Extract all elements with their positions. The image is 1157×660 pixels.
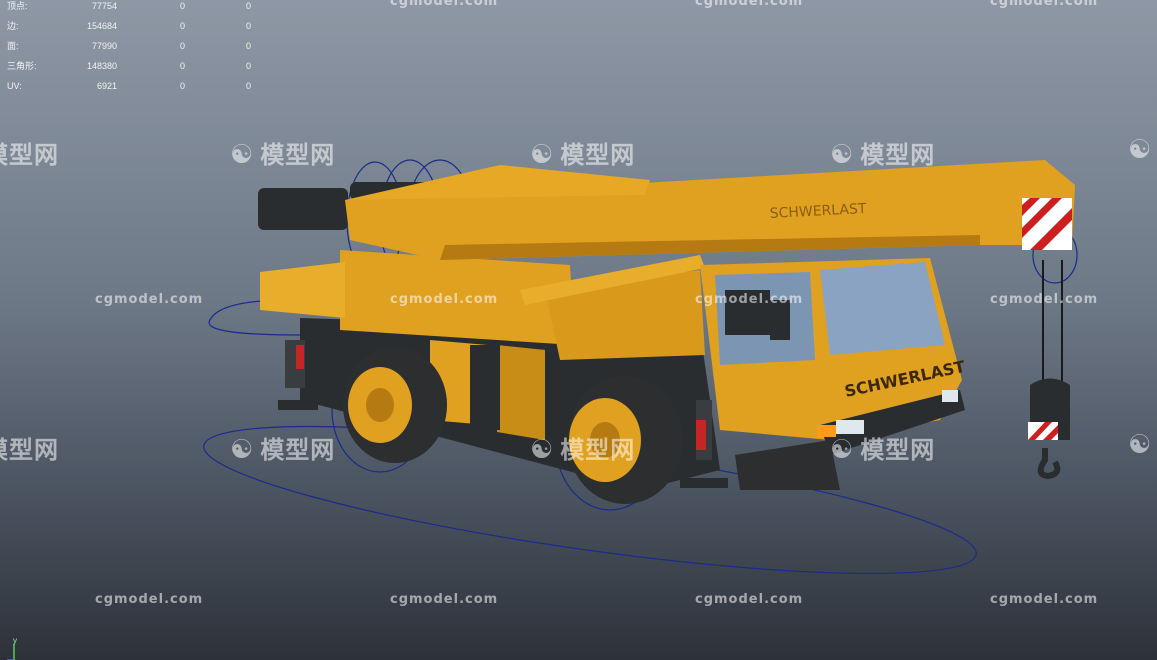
hud-row-vertices: 顶点: 77754 0 0 [0,0,260,20]
cg-logo-icon: ☯ [530,435,555,465]
cg-logo-icon: ☯ [1128,430,1153,460]
hud-row-triangles: 三角形: 148380 0 0 [0,60,260,80]
maya-viewport[interactable]: SCHWERLAST SCHWERLAST cgmodel.com cgmode… [0,0,1157,660]
hud-value: 0 [246,81,252,91]
watermark-url: cgmodel.com [695,0,804,9]
watermark-url: cgmodel.com [95,292,204,307]
hud-label: 顶点: [7,1,28,11]
watermark-logo-text: 模型网 [260,436,336,464]
hud-value: 6921 [96,81,117,91]
hud-value: 154684 [86,21,117,31]
watermark-logo: ☯ [1128,430,1157,460]
cg-logo-icon: ☯ [530,140,555,170]
axis-label: y [13,636,17,645]
poly-count-hud: 顶点: 77754 0 0 边: 154684 0 0 面: 77990 0 0… [0,0,260,100]
watermark-url: cgmodel.com [95,592,204,607]
watermark-logo-text: 模型网 [0,141,59,169]
hud-value: 0 [180,21,186,31]
watermark-logo: ☯ 模型网 [530,430,635,465]
watermark-logo-text: 模型网 [860,141,936,169]
hud-value: 0 [180,1,186,11]
hud-row-faces: 面: 77990 0 0 [0,40,260,60]
hud-value: 77754 [91,1,117,11]
watermark-logo: ☯ 模型网 [230,135,335,170]
cg-logo-icon: ☯ [830,435,855,465]
cg-logo-icon: ☯ [230,140,255,170]
hud-value: 0 [180,81,186,91]
watermark-url: cgmodel.com [390,292,499,307]
watermark-logo: ☯ 模型网 [830,430,935,465]
cg-logo-icon: ☯ [230,435,255,465]
watermark-url: cgmodel.com [390,0,499,9]
hud-value: 0 [246,21,252,31]
wheel-rear [343,347,447,463]
watermark-logo: 模型网 [0,135,59,170]
hud-label: 边: [7,21,19,31]
watermark-url: cgmodel.com [695,592,804,607]
crane-hook-block[interactable] [1028,378,1070,480]
watermark-url: cgmodel.com [695,292,804,307]
watermark-url: cgmodel.com [990,292,1099,307]
cg-logo-icon: ☯ [830,140,855,170]
hud-value: 0 [180,41,186,51]
watermark-logo-text: 模型网 [860,436,936,464]
hud-row-edges: 边: 154684 0 0 [0,20,260,40]
hud-value: 148380 [86,61,117,71]
watermark-logo: ☯ 模型网 [530,135,635,170]
hud-value: 0 [180,61,186,71]
watermark-logo-text: 模型网 [560,436,636,464]
watermark-logo-text: 模型网 [560,141,636,169]
watermark-url: cgmodel.com [390,592,499,607]
watermark-logo: ☯ 模型网 [230,430,335,465]
cg-logo-icon: ☯ [1128,135,1153,165]
hud-value: 0 [246,41,252,51]
hud-label: 面: [7,41,19,51]
watermark-url: cgmodel.com [990,592,1099,607]
watermark-logo: ☯ 模型网 [830,135,935,170]
watermark-logo: 模型网 [0,430,59,465]
watermark-url: cgmodel.com [990,0,1099,9]
hud-value: 0 [246,1,252,11]
hud-value: 0 [246,61,252,71]
hud-label: UV: [7,81,22,91]
watermark-logo-text: 模型网 [0,436,59,464]
hud-label: 三角形: [7,61,37,71]
watermark-logo: ☯ [1128,135,1157,165]
hud-row-uv: UV: 6921 0 0 [0,80,260,100]
watermark-logo-text: 模型网 [260,141,336,169]
hud-value: 77990 [91,41,117,51]
